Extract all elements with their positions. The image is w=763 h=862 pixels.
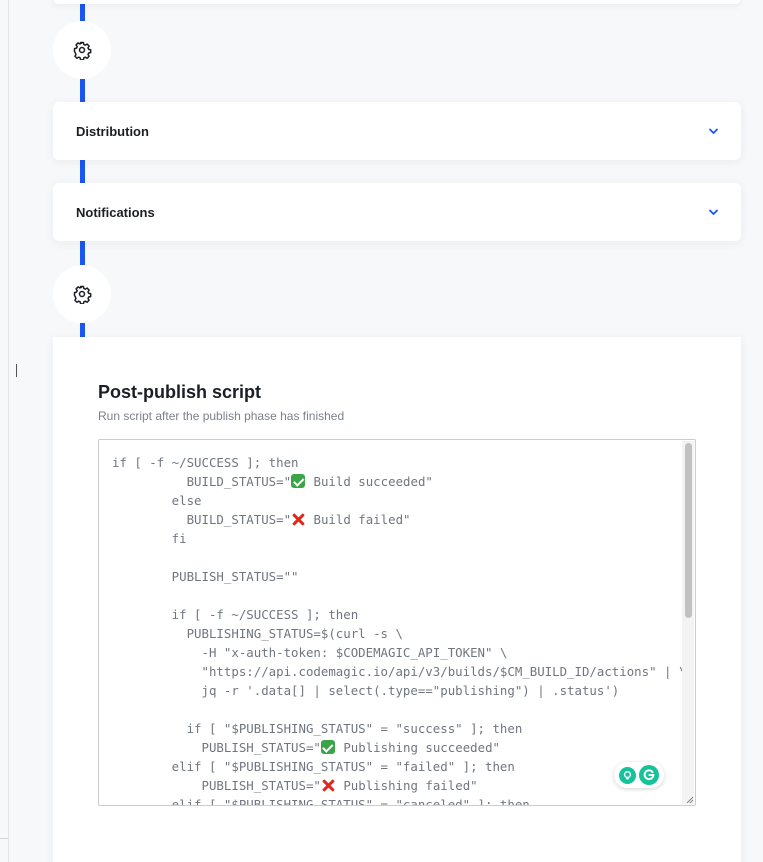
code-text: fi [112,531,187,546]
grammarly-widget[interactable] [614,762,664,788]
code-line: if [ -f ~/SUCCESS ]; then [112,605,675,624]
code-line: PUBLISH_STATUS="" [112,567,675,586]
code-text: BUILD_STATUS=" [112,512,292,527]
gear-icon [73,285,92,304]
code-text: Build failed" [306,512,411,527]
workflow-editor-page: Distribution Notifications Post-publish … [0,0,763,862]
code-text: Build succeeded" [306,474,433,489]
code-text: PUBLISH_STATUS="" [112,569,299,584]
check-mark-icon [320,740,335,754]
script-code[interactable]: if [ -f ~/SUCCESS ]; then BUILD_STATUS="… [112,453,687,806]
check-mark-icon [291,474,306,488]
code-text: jq -r '.data[] | select(.type=="publishi… [112,683,620,698]
grammarly-icon[interactable] [639,765,659,785]
code-text: if [ "$PUBLISHING_STATUS" = "success" ];… [112,721,523,736]
editor-scrollbar-thumb[interactable] [685,443,692,618]
code-line: PUBLISHING_STATUS=$(curl -s \ [112,624,675,643]
distribution-title: Distribution [76,123,149,139]
code-line: -H "x-auth-token: $CODEMAGIC_API_TOKEN" … [112,643,675,662]
chevron-down-icon[interactable] [707,206,719,218]
code-line: elif [ "$PUBLISHING_STATUS" = "failed" ]… [112,757,675,776]
code-text: Publishing succeeded" [335,740,500,755]
resize-handle-icon[interactable] [684,794,694,804]
code-line: jq -r '.data[] | select(.type=="publishi… [112,681,675,700]
code-text: PUBLISH_STATUS=" [112,740,321,755]
code-text: if [ -f ~/SUCCESS ]; then [112,607,359,622]
code-text: if [ -f ~/SUCCESS ]; then [112,455,299,470]
code-text: PUBLISH_STATUS=" [112,778,321,793]
post-publish-script-subtitle: Run script after the publish phase has f… [98,409,345,423]
timeline-line [80,241,85,265]
script-editor[interactable]: if [ -f ~/SUCCESS ]; then BUILD_STATUS="… [98,439,696,806]
lightbulb-icon[interactable] [619,766,636,784]
code-line: PUBLISH_STATUS=" Publishing failed" [112,776,675,795]
code-line: PUBLISH_STATUS=" Publishing succeeded" [112,738,675,757]
code-line: BUILD_STATUS=" Build succeeded" [112,472,675,491]
previous-section-card [53,0,741,4]
code-text: else [112,493,202,508]
code-text: elif [ "$PUBLISHING_STATUS" = "canceled"… [112,797,530,806]
notifications-section-header[interactable]: Notifications [53,183,741,241]
code-line: if [ -f ~/SUCCESS ]; then [112,453,675,472]
step-node[interactable] [53,265,111,323]
code-line: else [112,491,675,510]
post-publish-script-card: Post-publish script Run script after the… [53,337,741,862]
code-text: BUILD_STATUS=" [112,474,292,489]
text-caret [16,364,17,377]
sidebar-divider-tick [0,838,8,839]
timeline-line [80,79,85,102]
code-line: fi [112,529,675,548]
step-node[interactable] [53,21,111,79]
cross-mark-icon [291,512,305,526]
code-line: elif [ "$PUBLISHING_STATUS" = "canceled"… [112,795,675,806]
gear-icon [73,41,92,60]
notifications-title: Notifications [76,204,155,220]
sidebar-divider [8,0,9,862]
code-line: if [ "$PUBLISHING_STATUS" = "success" ];… [112,719,675,738]
code-text: -H "x-auth-token: $CODEMAGIC_API_TOKEN" … [112,645,508,660]
post-publish-script-title: Post-publish script [98,382,262,402]
code-text: "https://api.codemagic.io/api/v3/builds/… [112,664,687,679]
timeline-line [80,323,85,337]
code-text: PUBLISHING_STATUS=$(curl -s \ [112,626,403,641]
code-text: Publishing failed" [335,778,478,793]
code-line: BUILD_STATUS=" Build failed" [112,510,675,529]
code-text: elif [ "$PUBLISHING_STATUS" = "failed" ]… [112,759,515,774]
timeline-line [80,160,85,183]
chevron-down-icon[interactable] [707,125,719,137]
code-line: "https://api.codemagic.io/api/v3/builds/… [112,662,687,681]
cross-mark-icon [321,778,335,792]
distribution-section-header[interactable]: Distribution [53,102,741,160]
